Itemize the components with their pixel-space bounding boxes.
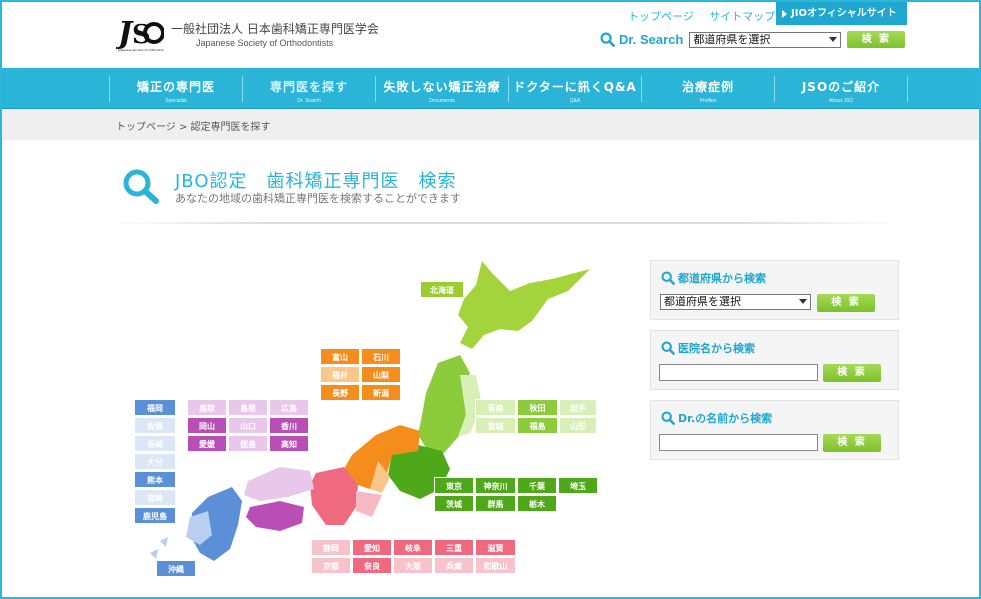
official-site-button[interactable]: JIOオフィシャルサイト <box>776 2 907 25</box>
pref-saitama[interactable]: 埼玉 <box>558 477 598 494</box>
pref-tottori[interactable]: 鳥取 <box>187 399 227 416</box>
pref-saga[interactable]: 佐賀 <box>134 417 176 434</box>
pref-mie[interactable]: 三重 <box>434 539 474 556</box>
doctor-search-button[interactable]: 検 索 <box>823 434 881 452</box>
page-subtitle: あなたの地域の歯科矯正専門医を検索することができます <box>175 192 461 205</box>
pref-akita[interactable]: 秋田 <box>517 399 558 416</box>
pref-ishikawa[interactable]: 石川 <box>361 348 401 365</box>
pref-kumamoto[interactable]: 熊本 <box>134 471 176 488</box>
site-header: J S Japanese Society of Orthodontists 一般… <box>0 0 981 68</box>
pref-fukuoka[interactable]: 福岡 <box>134 399 176 416</box>
pref-osaka[interactable]: 大阪 <box>393 557 433 574</box>
nav-item-dr-search[interactable]: 専門医を探す Dr. Search <box>243 68 375 109</box>
pref-nagasaki[interactable]: 長崎 <box>134 435 176 452</box>
jso-logo[interactable]: J S Japanese Society of Orthodontists <box>116 11 164 53</box>
map-region-tohoku[interactable] <box>418 355 470 453</box>
pref-fukushima[interactable]: 福島 <box>517 417 558 434</box>
pref-okayama[interactable]: 岡山 <box>187 417 227 434</box>
org-name-jp: 一般社団法人 日本歯科矯正専門医学会 <box>171 22 379 36</box>
clinic-search-panel: 医院名から検索 検 索 <box>650 330 899 390</box>
pref-fukui[interactable]: 福井 <box>320 366 360 383</box>
pref-select[interactable]: 都道府県を選択 <box>660 294 811 310</box>
search-icon <box>661 341 675 355</box>
clinic-search-title: 医院名から検索 <box>678 342 755 355</box>
arrow-right-icon <box>782 10 787 18</box>
pref-chiba[interactable]: 千葉 <box>517 477 557 494</box>
header-search-button[interactable]: 検 索 <box>847 31 906 48</box>
nav-item-profiles[interactable]: 治療症例 Profiles <box>642 68 774 109</box>
divider <box>110 222 900 224</box>
pref-tokyo[interactable]: 東京 <box>434 477 474 494</box>
pref-gunma[interactable]: 群馬 <box>475 495 516 512</box>
pref-gifu[interactable]: 岐阜 <box>393 539 433 556</box>
doctor-search-panel: Dr.の名前から検索 検 索 <box>650 400 899 460</box>
main-nav: 矯正の専門医 Specialist 専門医を探す Dr. Search 失敗しない矯… <box>0 68 981 109</box>
breadcrumb: トップページ > 認定専門医を探す <box>0 109 981 140</box>
pref-yamanashi[interactable]: 山梨 <box>361 366 401 383</box>
doctor-search-title: Dr.の名前から検索 <box>678 412 773 425</box>
header-pref-select[interactable]: 都道府県を選択 <box>689 31 842 48</box>
japan-map: 北海道 富山 石川 福井 山梨 長野 新潟 青森 秋田 岩手 宮城 福島 山形 … <box>120 255 610 585</box>
pref-tochigi[interactable]: 栃木 <box>517 495 557 512</box>
pref-kyoto[interactable]: 京都 <box>311 557 351 574</box>
doctor-name-input[interactable] <box>659 434 818 451</box>
pref-ibaraki[interactable]: 茨城 <box>434 495 474 512</box>
pref-aomori[interactable]: 青森 <box>475 399 516 416</box>
dr-search-label: Dr. Search <box>619 32 684 47</box>
nav-item-qa[interactable]: ドクターに訊くQ&A Q&A <box>509 68 641 109</box>
pref-toyama[interactable]: 富山 <box>320 348 360 365</box>
nav-item-about[interactable]: JSOのご紹介 About JSO <box>775 68 907 109</box>
pref-aichi[interactable]: 愛知 <box>352 539 392 556</box>
pref-nagano[interactable]: 長野 <box>320 384 360 401</box>
map-region-chugoku[interactable] <box>244 467 314 501</box>
pref-hyogo[interactable]: 兵庫 <box>434 557 474 574</box>
pref-iwate[interactable]: 岩手 <box>559 399 597 416</box>
breadcrumb-text[interactable]: トップページ > 認定専門医を探す <box>116 118 271 133</box>
search-icon <box>123 169 159 204</box>
map-region-hokkaido[interactable] <box>458 261 590 349</box>
pref-ehime[interactable]: 愛媛 <box>187 435 227 452</box>
top-link-sitemap[interactable]: サイトマップ <box>709 10 775 23</box>
pref-kanagawa[interactable]: 神奈川 <box>475 477 516 494</box>
map-region-okinawa[interactable] <box>150 537 168 559</box>
search-icon <box>600 32 615 47</box>
pref-hiroshima[interactable]: 広島 <box>269 399 309 416</box>
org-name-en: Japanese Society of Orthodontists <box>196 38 334 48</box>
pref-yamaguchi[interactable]: 山口 <box>228 417 268 434</box>
header-dr-search: Dr. Search 都道府県を選択 検 索 <box>600 31 906 48</box>
clinic-search-button[interactable]: 検 索 <box>823 364 881 382</box>
pref-niigata[interactable]: 新潟 <box>361 384 401 401</box>
pref-okinawa[interactable]: 沖縄 <box>156 560 196 577</box>
pref-search-title: 都道府県から検索 <box>678 272 766 285</box>
pref-shizuoka[interactable]: 静岡 <box>311 539 351 556</box>
pref-search-button[interactable]: 検 索 <box>817 294 875 312</box>
pref-oita[interactable]: 大分 <box>134 453 176 470</box>
pref-miyazaki[interactable]: 宮崎 <box>134 489 176 506</box>
pref-kagawa[interactable]: 香川 <box>269 417 309 434</box>
pref-tokushima[interactable]: 徳島 <box>228 435 268 452</box>
top-link-home[interactable]: トップページ <box>628 10 694 23</box>
nav-item-specialist[interactable]: 矯正の専門医 Specialist <box>110 68 242 109</box>
top-links: トップページ サイトマップ <box>628 8 787 24</box>
pref-kochi[interactable]: 高知 <box>269 435 309 452</box>
pref-hokkaido[interactable]: 北海道 <box>420 281 464 298</box>
nav-divider <box>907 76 908 102</box>
chevron-down-icon <box>829 36 838 42</box>
chevron-down-icon <box>799 299 807 304</box>
search-icon <box>661 271 675 285</box>
clinic-name-input[interactable] <box>659 364 818 381</box>
pref-shimane[interactable]: 島根 <box>228 399 268 416</box>
map-region-kinki-east[interactable] <box>356 491 382 517</box>
search-icon <box>661 411 675 425</box>
pref-nara[interactable]: 奈良 <box>352 557 392 574</box>
map-region-shikoku[interactable] <box>246 501 304 531</box>
pref-kagoshima[interactable]: 鹿児島 <box>134 507 176 524</box>
pref-search-panel: 都道府県から検索 都道府県を選択 検 索 <box>650 260 899 320</box>
pref-wakayama[interactable]: 和歌山 <box>475 557 516 574</box>
svg-text:Japanese Society of Orthodonti: Japanese Society of Orthodontists <box>117 48 164 52</box>
pref-yamagata[interactable]: 山形 <box>559 417 597 434</box>
nav-item-documents[interactable]: 失敗しない矯正治療 Documents <box>376 68 508 109</box>
pref-shiga[interactable]: 滋賀 <box>475 539 516 556</box>
pref-miyagi[interactable]: 宮城 <box>475 417 516 434</box>
